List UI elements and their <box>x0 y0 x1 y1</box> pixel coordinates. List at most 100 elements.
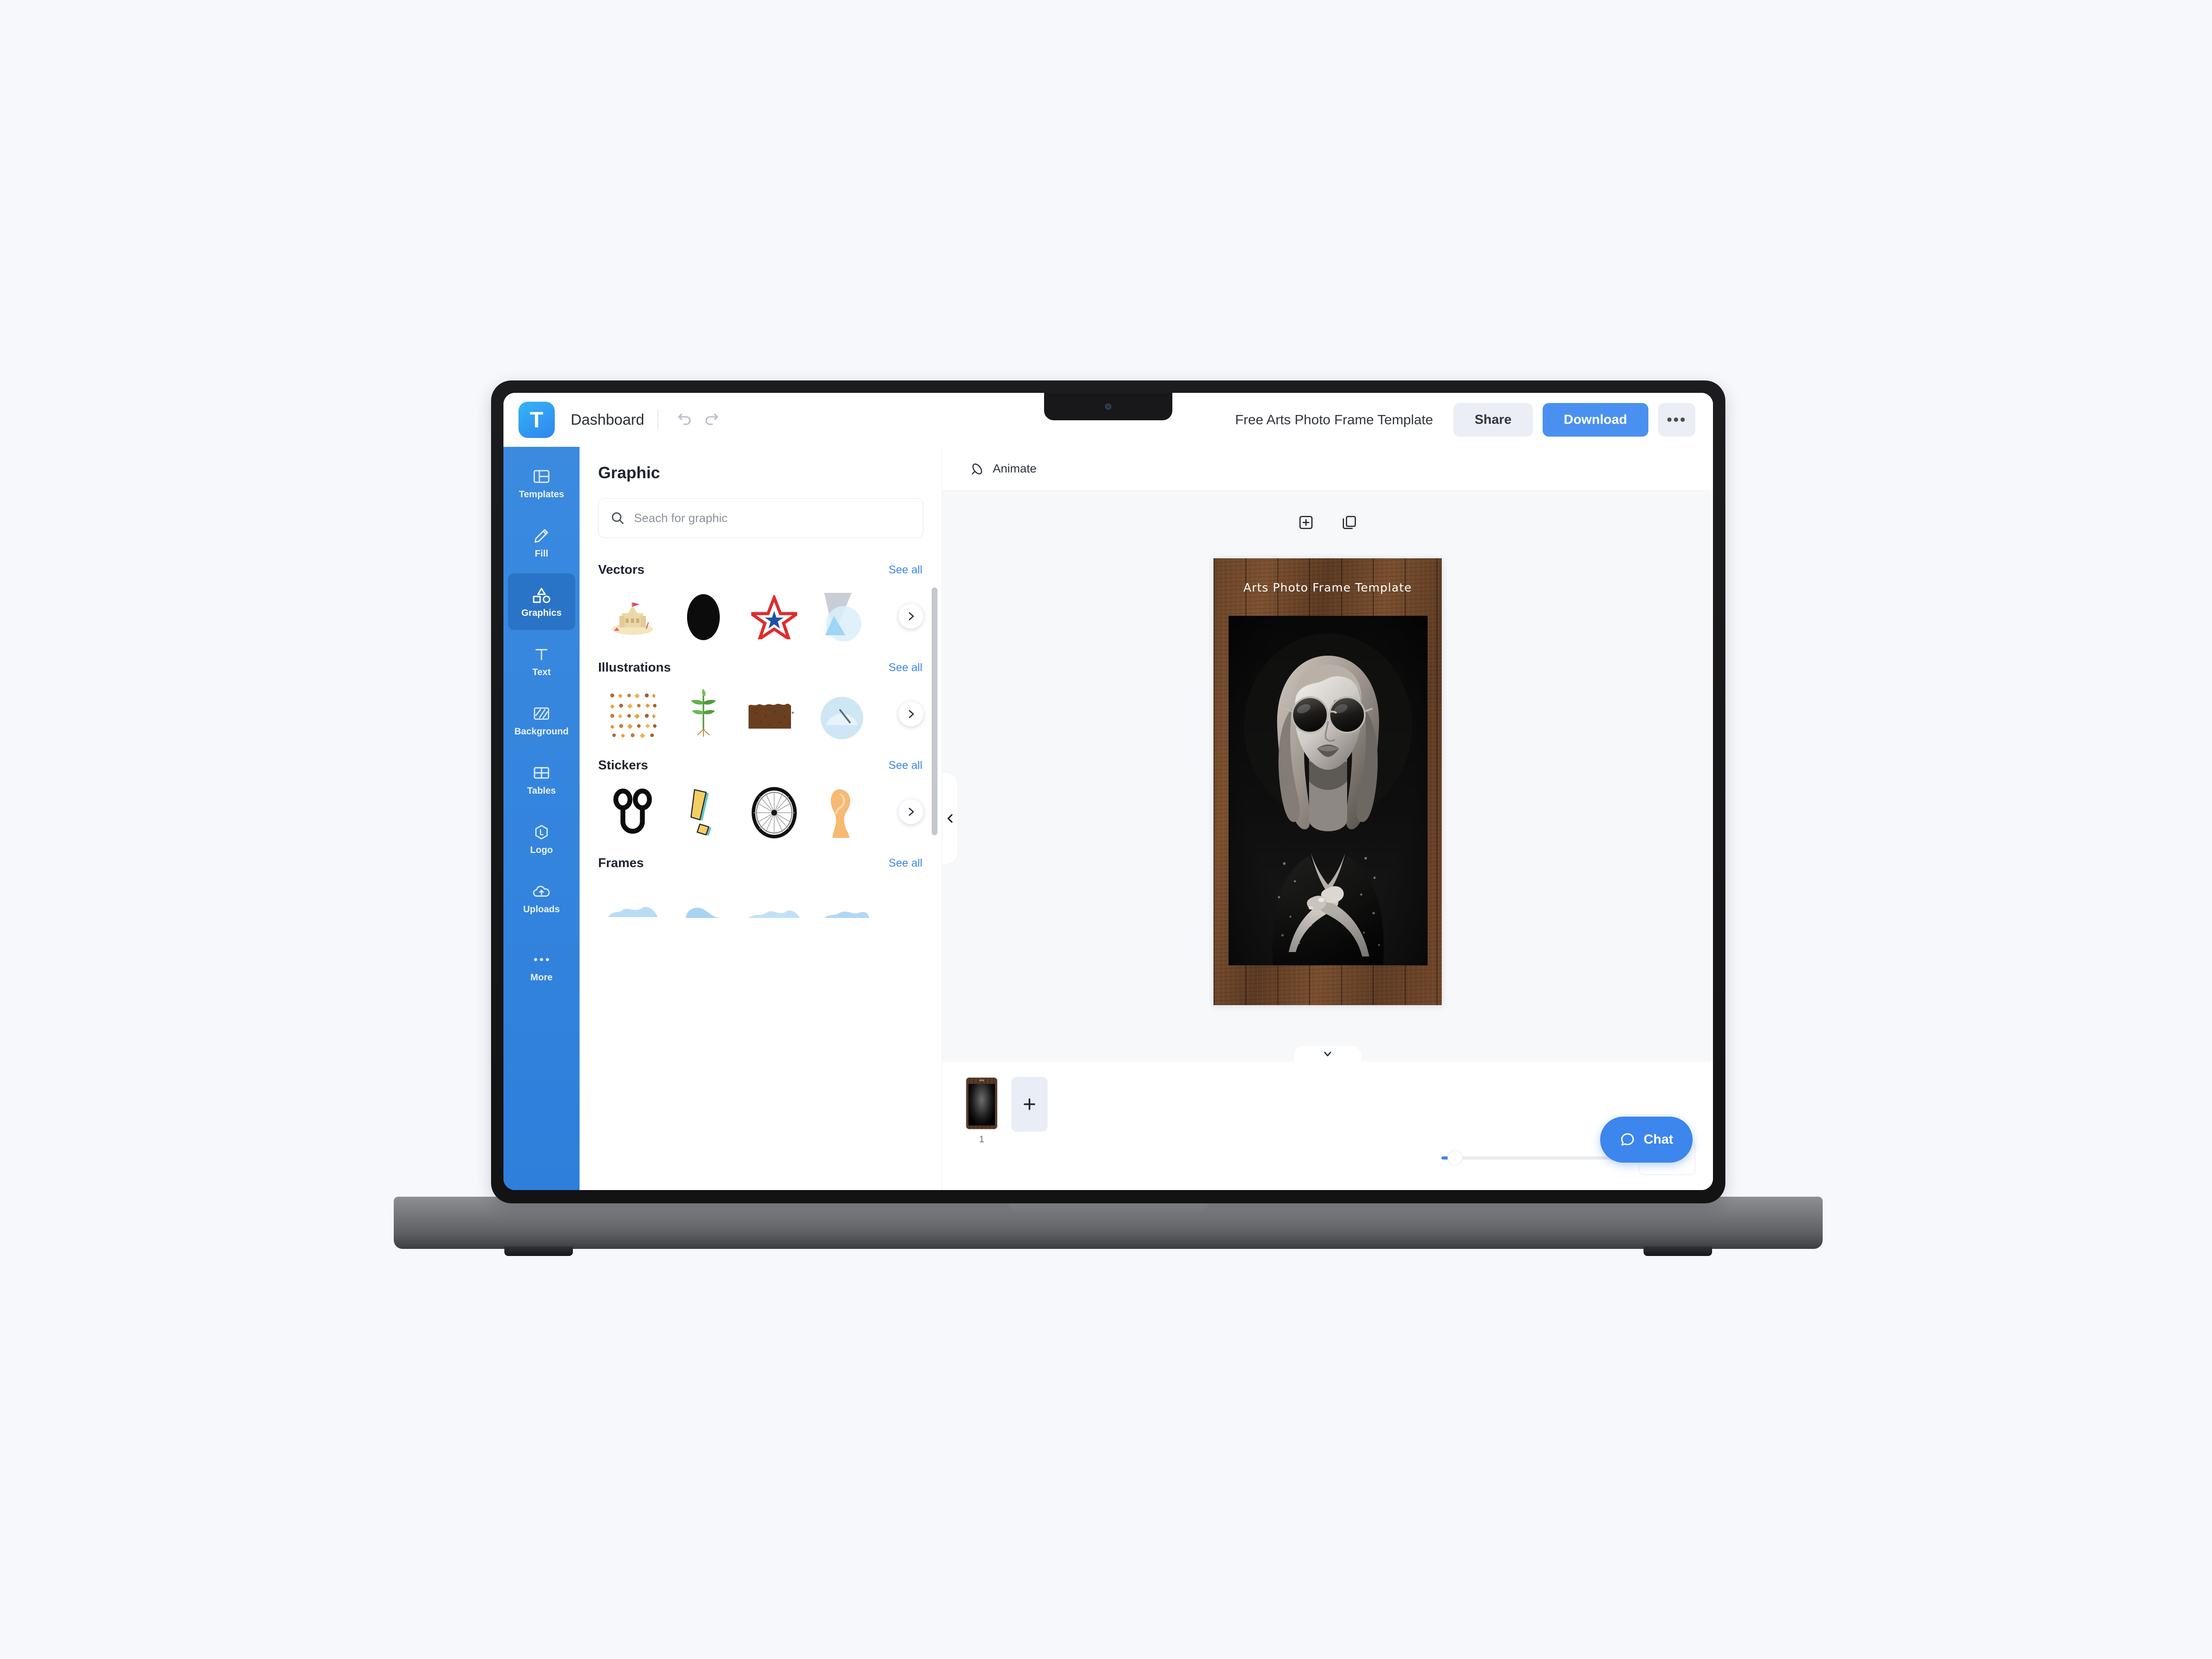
redo-button[interactable] <box>698 407 725 433</box>
table-grid-icon <box>531 764 552 782</box>
sidebar-item-text[interactable]: Text <box>508 633 575 689</box>
laptop-lid: T Dashboard Free Arts Photo Frame Templa… <box>491 380 1725 1203</box>
download-button[interactable]: Download <box>1542 403 1648 437</box>
section-title-vectors: Vectors <box>598 563 645 577</box>
graphic-illustration-partial[interactable] <box>810 686 880 744</box>
next-vectors-button[interactable] <box>899 604 923 629</box>
sidebar-label-graphics: Graphics <box>521 607 562 618</box>
text-t-icon <box>531 645 552 663</box>
app-window: T Dashboard Free Arts Photo Frame Templa… <box>503 393 1713 1190</box>
next-stickers-button[interactable] <box>899 799 923 824</box>
document-title[interactable]: Free Arts Photo Frame Template <box>1235 412 1433 428</box>
portrait-photo[interactable] <box>1229 616 1428 965</box>
search-input[interactable]: Seach for graphic <box>598 498 923 538</box>
section-title-frames: Frames <box>598 856 644 870</box>
sidebar-item-background[interactable]: Background <box>508 692 575 749</box>
page-item[interactable]: Arts 1 <box>965 1077 998 1145</box>
app-logo-letter: T <box>530 407 544 432</box>
thumb-row-stickers <box>580 773 942 843</box>
add-page-icon[interactable] <box>1298 514 1314 531</box>
canvas-stage[interactable]: Arts Photo Frame Template <box>942 491 1713 1062</box>
see-all-frames[interactable]: See all <box>889 857 922 870</box>
chevron-right-icon <box>909 808 914 816</box>
zoom-slider-knob[interactable] <box>1448 1150 1463 1165</box>
thumb-row-illustrations <box>580 675 942 745</box>
see-all-illustrations[interactable]: See all <box>889 661 922 674</box>
section-header-illustrations: Illustrations See all <box>580 661 942 675</box>
laptop-camera-notch <box>1044 393 1172 420</box>
graphic-frame-2[interactable] <box>668 882 739 939</box>
graphic-yellow-exclamation[interactable] <box>668 784 739 841</box>
sidebar-item-more[interactable]: More <box>508 938 575 995</box>
see-all-vectors[interactable]: See all <box>889 564 922 576</box>
see-all-stickers[interactable]: See all <box>889 759 922 772</box>
sidebar-label-logo: Logo <box>530 845 553 855</box>
graphic-black-scissors[interactable] <box>597 784 668 841</box>
artboard-title-text[interactable]: Arts Photo Frame Template <box>1214 581 1442 595</box>
undo-button[interactable] <box>672 407 698 433</box>
sidebar-item-fill[interactable]: Fill <box>508 514 575 571</box>
dashboard-link[interactable]: Dashboard <box>571 411 644 429</box>
sidebar-item-uploads[interactable]: Uploads <box>508 870 575 926</box>
chevron-down-icon <box>1324 1052 1331 1056</box>
app-logo[interactable]: T <box>518 402 555 438</box>
left-rail: Templates Fill Graphics Text Background … <box>503 447 580 1190</box>
page-thumbnail[interactable]: Arts <box>965 1077 998 1130</box>
next-illustrations-button[interactable] <box>899 702 923 726</box>
sidebar-item-logo[interactable]: Logo <box>508 810 575 867</box>
laptop-mockup: T Dashboard Free Arts Photo Frame Templa… <box>394 380 1823 1261</box>
plus-icon <box>1024 1098 1035 1110</box>
sidebar-label-fill: Fill <box>534 548 549 559</box>
webcam-icon <box>1105 403 1111 410</box>
share-button[interactable]: Share <box>1453 403 1533 437</box>
canvas-column: Animate Arts Photo Frame Template Arts 1… <box>942 447 1713 1190</box>
section-header-frames: Frames See all <box>580 856 942 871</box>
search-placeholder: Seach for graphic <box>634 511 728 525</box>
sidebar-item-templates[interactable]: Templates <box>508 455 575 511</box>
graphic-sandcastle[interactable] <box>597 588 668 646</box>
artboard[interactable]: Arts Photo Frame Template <box>1214 558 1442 1005</box>
graphic-black-ellipse[interactable] <box>668 588 739 646</box>
header-divider <box>657 410 659 430</box>
graphic-bicycle-wheel[interactable] <box>739 784 810 841</box>
collapse-panel-button[interactable] <box>942 772 958 865</box>
add-page-button[interactable] <box>1011 1077 1048 1132</box>
sidebar-item-tables[interactable]: Tables <box>508 751 575 808</box>
chevron-right-icon <box>909 612 914 620</box>
hexagon-l-icon <box>531 823 552 841</box>
graphic-brown-soil[interactable] <box>739 686 810 744</box>
sidebar-item-graphics[interactable]: Graphics <box>508 573 575 630</box>
chat-button[interactable]: Chat <box>1600 1117 1693 1163</box>
search-icon <box>612 512 624 524</box>
ellipsis-icon <box>531 951 552 968</box>
pencil-icon <box>531 527 552 545</box>
thumb-row-frames <box>580 871 942 941</box>
sidebar-label-tables: Tables <box>527 785 556 796</box>
graphic-frame-1[interactable] <box>597 882 668 939</box>
search-wrapper: Seach for graphic <box>580 482 942 538</box>
graphic-red-blue-star[interactable] <box>739 588 810 646</box>
magic-wand-icon <box>972 463 983 474</box>
duplicate-page-icon[interactable] <box>1341 514 1358 531</box>
graphic-autumn-leaves-pattern[interactable] <box>597 686 668 744</box>
sidebar-label-templates: Templates <box>518 489 565 499</box>
graphic-frame-4[interactable] <box>810 882 880 939</box>
zoom-slider-track <box>1441 1156 1627 1160</box>
stage-tools <box>1298 514 1358 531</box>
cloud-upload-icon <box>531 883 552 900</box>
sidebar-label-text: Text <box>532 667 551 677</box>
animate-label[interactable]: Animate <box>993 462 1037 476</box>
panel-scrollbar[interactable] <box>932 588 937 835</box>
laptop-foot-left <box>504 1246 573 1256</box>
shapes-icon <box>531 586 552 604</box>
graphic-green-plant[interactable] <box>668 686 739 744</box>
graphic-vector-partial[interactable] <box>810 588 880 646</box>
layout-grid-icon <box>531 468 552 485</box>
zoom-slider[interactable] <box>1441 1150 1627 1165</box>
laptop-foot-right <box>1644 1246 1712 1256</box>
more-options-button[interactable]: ••• <box>1658 403 1695 437</box>
collapse-pages-button[interactable] <box>1294 1046 1361 1062</box>
graphic-frame-3[interactable] <box>739 882 810 939</box>
graphic-sticker-partial[interactable] <box>810 784 880 841</box>
panel-scroll-area[interactable]: Vectors See all Illustrations See all St… <box>580 538 942 1190</box>
